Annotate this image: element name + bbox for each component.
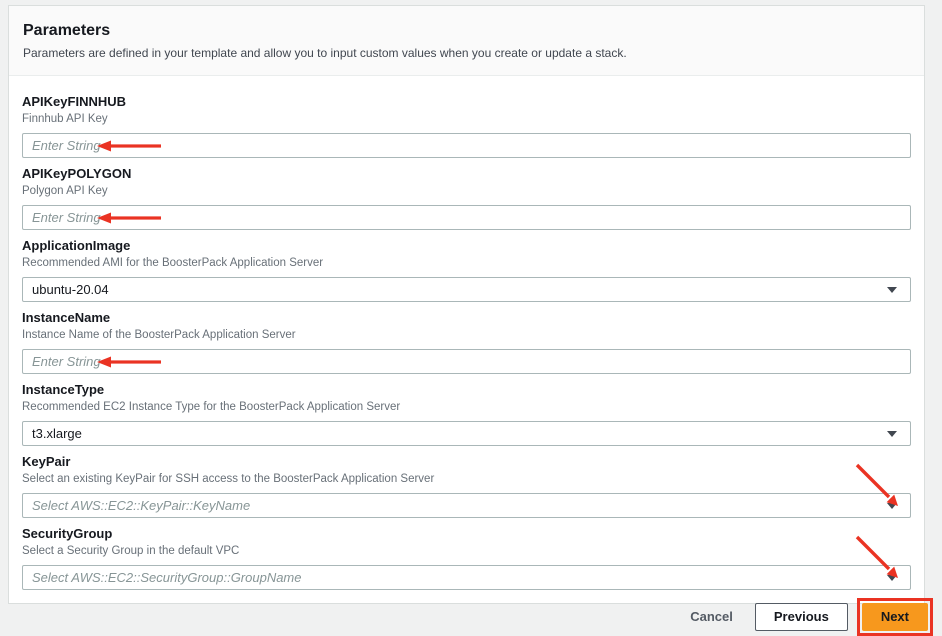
field-securitygroup: SecurityGroup Select a Security Group in… <box>22 527 911 590</box>
apikeypolygon-input[interactable] <box>32 206 901 229</box>
field-description: Select a Security Group in the default V… <box>22 545 240 557</box>
apikeyfinnhub-input-wrapper <box>22 133 911 158</box>
select-placeholder: Select AWS::EC2::KeyPair::KeyName <box>32 498 251 513</box>
field-label: ApplicationImage <box>22 238 131 253</box>
keypair-select[interactable]: Select AWS::EC2::KeyPair::KeyName <box>22 463 911 518</box>
field-applicationimage: ApplicationImage Recommended AMI for the… <box>22 239 911 302</box>
field-description: Recommended EC2 Instance Type for the Bo… <box>22 401 401 413</box>
securitygroup-select[interactable]: Select AWS::EC2::SecurityGroup::GroupNam… <box>22 535 911 590</box>
field-apikeypolygon: APIKeyPOLYGON Polygon API Key <box>22 167 911 230</box>
wizard-footer: Cancel Previous Next <box>0 597 942 636</box>
applicationimage-select[interactable]: ubuntu-20.04 <box>22 277 911 302</box>
red-highlight-box-annotation: Next <box>856 597 933 636</box>
field-label: KeyPair <box>22 454 71 469</box>
select-placeholder: Select AWS::EC2::SecurityGroup::GroupNam… <box>32 570 302 585</box>
parameters-panel: Parameters Parameters are defined in you… <box>8 5 925 604</box>
field-label: InstanceName <box>22 310 111 325</box>
instancename-input[interactable] <box>32 350 901 373</box>
select-value: ubuntu-20.04 <box>32 282 109 297</box>
field-label: APIKeyFINNHUB <box>22 94 127 109</box>
page-description: Parameters are defined in your template … <box>23 46 627 60</box>
cancel-button[interactable]: Cancel <box>680 603 743 630</box>
chevron-down-icon <box>887 430 897 437</box>
chevron-down-icon <box>887 502 897 509</box>
instancetype-select[interactable]: t3.xlarge <box>22 421 911 446</box>
field-apikeyfinnhub: APIKeyFINNHUB Finnhub API Key <box>22 95 911 158</box>
field-label: InstanceType <box>22 382 105 397</box>
field-description: Select an existing KeyPair for SSH acces… <box>22 473 435 485</box>
field-instancetype: InstanceType Recommended EC2 Instance Ty… <box>22 383 911 446</box>
instancename-input-wrapper <box>22 349 911 374</box>
field-keypair: KeyPair Select an existing KeyPair for S… <box>22 455 911 518</box>
page-title: Parameters <box>23 22 111 39</box>
next-button[interactable]: Next <box>861 602 928 631</box>
parameters-panel-header: Parameters Parameters are defined in you… <box>9 6 924 76</box>
chevron-down-icon <box>887 286 897 293</box>
field-label: SecurityGroup <box>22 526 113 541</box>
field-instancename: InstanceName Instance Name of the Booste… <box>22 311 911 374</box>
chevron-down-icon <box>887 574 897 581</box>
apikeypolygon-input-wrapper <box>22 205 911 230</box>
field-description: Recommended AMI for the BoosterPack Appl… <box>22 257 324 269</box>
field-description: Finnhub API Key <box>22 113 108 125</box>
field-description: Polygon API Key <box>22 185 108 197</box>
parameters-form: APIKeyFINNHUB Finnhub API Key APIKeyPOLY… <box>9 76 924 603</box>
previous-button[interactable]: Previous <box>754 602 848 631</box>
field-description: Instance Name of the BoosterPack Applica… <box>22 329 296 341</box>
field-label: APIKeyPOLYGON <box>22 166 132 181</box>
apikeyfinnhub-input[interactable] <box>32 134 901 157</box>
select-value: t3.xlarge <box>32 426 82 441</box>
